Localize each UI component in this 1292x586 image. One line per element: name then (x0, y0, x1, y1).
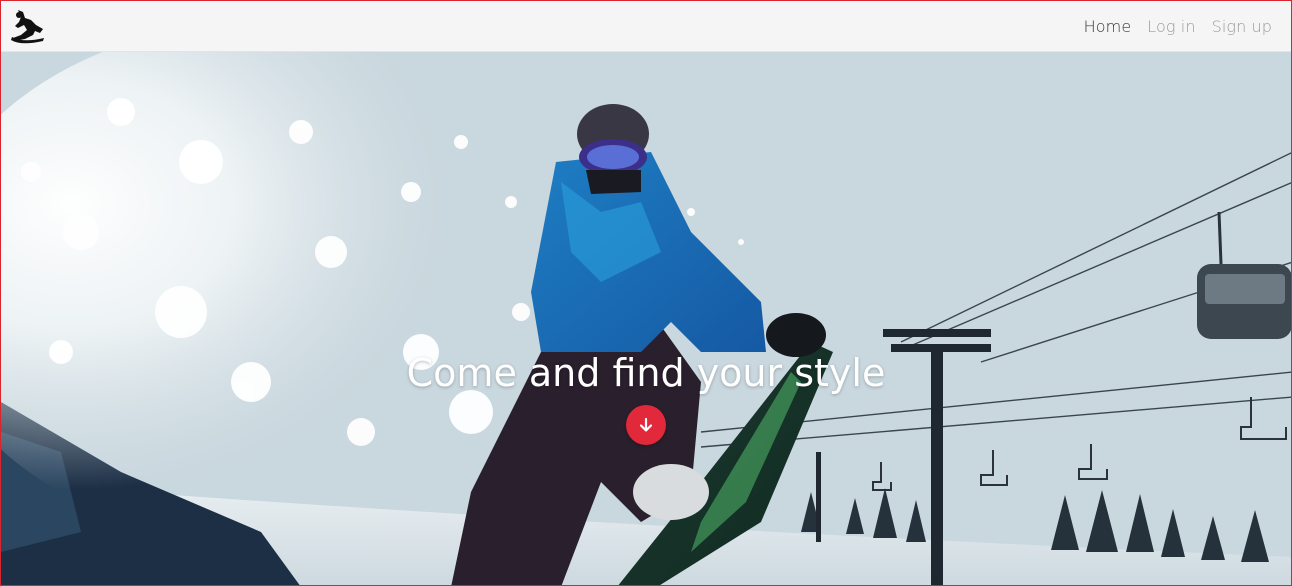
hero-background-image (1, 52, 1291, 585)
navbar: Home Log in Sign up (1, 1, 1291, 52)
browser-frame: Home Log in Sign up Come and find your s… (0, 0, 1292, 586)
nav-signup-link[interactable]: Sign up (1212, 17, 1272, 36)
hero-title: Come and find your style (406, 351, 886, 395)
snowboarder-logo-icon[interactable] (9, 8, 45, 46)
nav-home-link[interactable]: Home (1084, 17, 1132, 36)
scroll-down-button[interactable] (626, 405, 666, 445)
hero-section: Come and find your style (1, 52, 1291, 585)
arrow-down-icon (639, 417, 653, 432)
nav-login-link[interactable]: Log in (1147, 17, 1195, 36)
nav-links: Home Log in Sign up (1084, 1, 1272, 52)
